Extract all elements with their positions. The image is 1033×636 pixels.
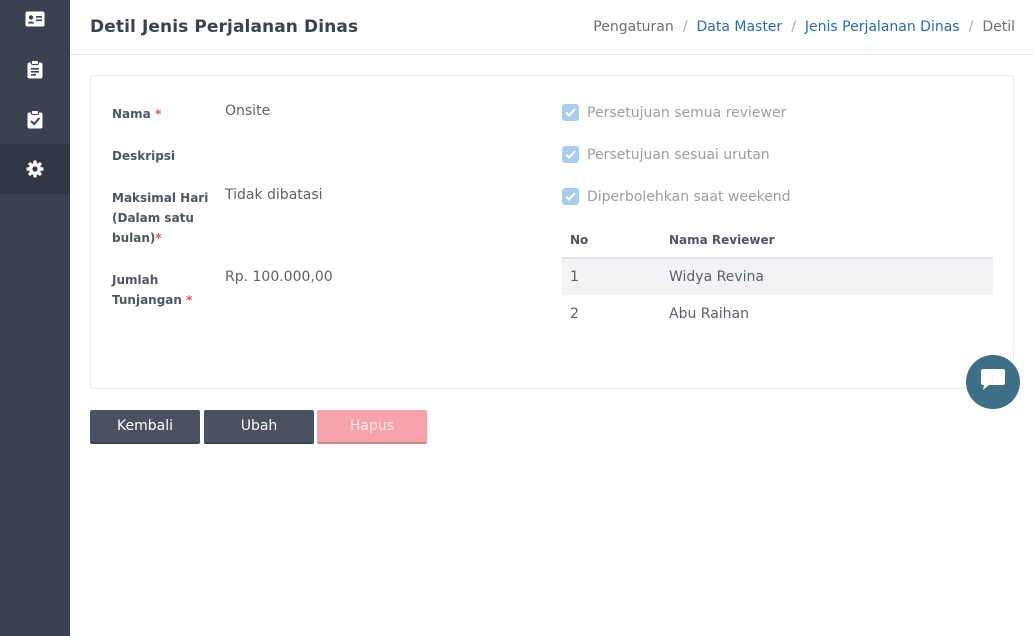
clipboard-icon [27, 59, 43, 79]
reviewer-table: No Nama Reviewer 1 Widya Revina 2 Abu Ra… [562, 222, 993, 332]
cell-nama-reviewer: Abu Raihan [669, 305, 750, 322]
table-row: 1 Widya Revina [562, 258, 993, 295]
column-header-no: No [562, 222, 661, 259]
breadcrumb-separator: / [682, 19, 688, 35]
maksimal-hari-label: Maksimal Hari (Dalam satu bulan)* [112, 191, 209, 245]
checkbox-checked [562, 188, 579, 205]
breadcrumb-separator: / [968, 19, 974, 35]
breadcrumb-item-detil: Detil [982, 19, 1015, 35]
back-button[interactable]: Kembali [90, 410, 200, 444]
sidebar-item-id-card[interactable] [0, 0, 70, 44]
nama-value: Onsite [225, 103, 271, 119]
sidebar-item-clipboard[interactable] [0, 44, 70, 94]
breadcrumb-link-jenis-perjalanan-dinas[interactable]: Jenis Perjalanan Dinas [805, 19, 960, 35]
check-icon [565, 150, 576, 159]
table-row: 2 Abu Raihan [562, 295, 993, 332]
jumlah-tunjangan-label: Jumlah Tunjangan * [112, 273, 193, 307]
edit-button[interactable]: Ubah [204, 410, 314, 444]
required-mark: * [186, 293, 193, 307]
detail-card: Nama * Onsite Deskripsi Maksimal Hari (D… [90, 75, 1014, 389]
check-persetujuan-semua-reviewer: Persetujuan semua reviewer [562, 104, 786, 121]
sidebar-item-settings[interactable] [0, 144, 70, 194]
id-card-icon [25, 11, 45, 27]
check-icon [565, 108, 576, 117]
page-header: Detil Jenis Perjalanan Dinas Pengaturan … [70, 0, 1033, 55]
breadcrumb-link-data-master[interactable]: Data Master [696, 19, 782, 35]
gear-icon [26, 160, 44, 178]
sidebar [0, 0, 70, 636]
check-persetujuan-sesuai-urutan: Persetujuan sesuai urutan [562, 146, 770, 163]
cell-no: 1 [562, 258, 661, 295]
checkbox-checked [562, 146, 579, 163]
cell-nama-reviewer: Widya Revina [661, 258, 993, 295]
required-mark: * [155, 231, 162, 245]
breadcrumb: Pengaturan / Data Master / Jenis Perjala… [593, 19, 1015, 35]
column-header-nama-reviewer: Nama Reviewer [661, 222, 993, 259]
jumlah-tunjangan-value: Rp. 100.000,00 [225, 269, 333, 285]
checkbox-checked [562, 104, 579, 121]
check-icon [565, 192, 576, 201]
delete-button[interactable]: Hapus [317, 410, 427, 444]
deskripsi-label: Deskripsi [112, 149, 176, 163]
maksimal-hari-value: Tidak dibatasi [225, 187, 323, 203]
breadcrumb-item-pengaturan: Pengaturan [593, 19, 674, 35]
required-mark: * [154, 107, 162, 121]
chat-button[interactable] [966, 355, 1020, 409]
table-header-row: No Nama Reviewer [562, 222, 993, 259]
main-content: Detil Jenis Perjalanan Dinas Pengaturan … [70, 0, 1033, 636]
page-title: Detil Jenis Perjalanan Dinas [90, 17, 359, 37]
sidebar-item-clipboard-check[interactable] [0, 94, 70, 144]
nama-label: Nama * [112, 107, 162, 121]
breadcrumb-separator: / [791, 19, 796, 35]
check-diperbolehkan-saat-weekend: Diperbolehkan saat weekend [562, 188, 791, 205]
clipboard-check-icon [27, 109, 43, 129]
cell-no: 2 [570, 305, 579, 322]
chat-icon [979, 368, 1007, 396]
